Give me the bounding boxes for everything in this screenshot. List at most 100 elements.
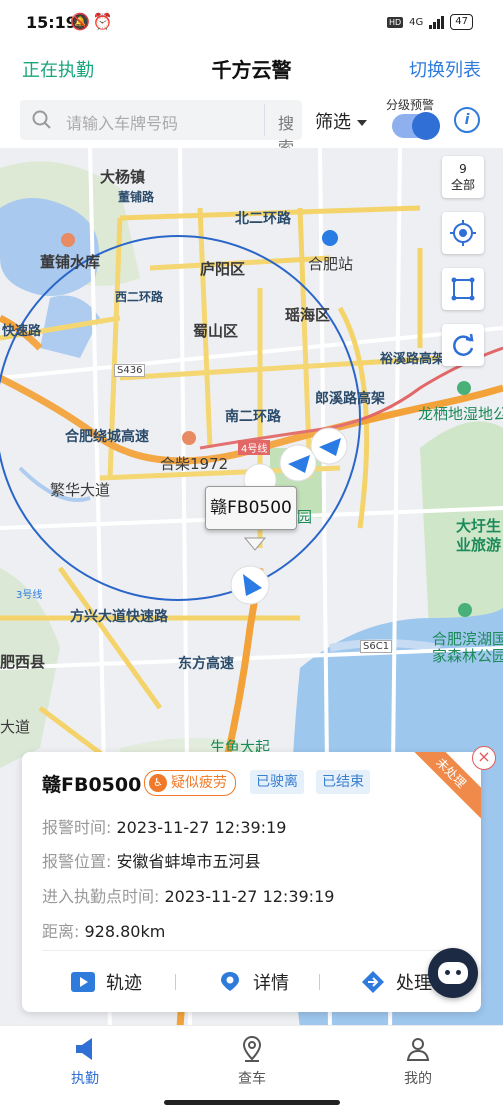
map-pin-icon [242, 1035, 262, 1062]
alarm-time-value: 2023-11-27 12:39:19 [116, 818, 287, 837]
distance-label: 距离: [42, 922, 80, 941]
detail-label: 详情 [253, 973, 289, 994]
caret-down-icon [357, 120, 367, 126]
megaphone-icon [76, 1038, 92, 1060]
alarm-time-row: 报警时间: 2023-11-27 12:39:19 [42, 814, 286, 838]
action-separator [175, 974, 176, 990]
locate-icon [450, 220, 476, 246]
refresh-icon [453, 333, 474, 356]
enter-time-label: 进入执勤点时间: [42, 887, 160, 906]
hd-icon: HD [386, 16, 404, 28]
signal-icon [429, 15, 445, 29]
search-row: 请输入车牌号码 搜索 筛选 分级预警 i [0, 92, 503, 157]
alarm-card[interactable]: 赣FB0500 ♿ 疑似疲劳 已驶离 已结束 未处理 报警时间: 2023-11-… [22, 752, 481, 1012]
nav-duty[interactable]: 执勤 [35, 1034, 135, 1088]
handle-label: 处理 [396, 973, 432, 994]
filter-dropdown[interactable]: 筛选 [315, 108, 367, 134]
map-label-longqi: 龙栖地湿地公 [418, 405, 503, 423]
nav-mine-label: 我的 [404, 1071, 432, 1087]
search-box[interactable]: 请输入车牌号码 搜索 [20, 100, 302, 157]
track-label: 轨迹 [106, 973, 142, 994]
map-label-hefei-station: 合肥站 [308, 255, 354, 273]
nav-check-car-label: 查车 [238, 1071, 266, 1087]
mute-alarm-icons: 🔕⏰ [70, 12, 116, 31]
map-label-daqiao: 大道 [0, 718, 31, 736]
map-label-nan-er-huan: 南二环路 [225, 409, 281, 425]
close-card-button[interactable]: × [472, 746, 496, 770]
distance-value: 928.80km [84, 922, 166, 941]
map-label-s6c1: S6C1 [360, 640, 393, 653]
map-label-jiasen: 家森林公园 [432, 647, 503, 665]
map-label-xi-er-huan: 西二环路 [115, 290, 164, 304]
map-label-dongpu-road: 董铺路 [118, 190, 155, 204]
fatigue-icon: ♿ [149, 774, 167, 792]
nav-mine[interactable]: 我的 [368, 1034, 468, 1088]
alarm-location-row: 报警位置: 安徽省蚌埠市五河县 [42, 848, 261, 872]
fatigue-tag: ♿ 疑似疲劳 [144, 770, 236, 796]
map-label-line3: 3号线 [16, 590, 43, 601]
detail-button[interactable]: 详情 [217, 964, 289, 1000]
refresh-button[interactable] [442, 324, 484, 366]
info-icon[interactable]: i [454, 107, 480, 133]
map-label-kuaisu: 快速路 [2, 324, 42, 339]
map-label-dayang: 大杨镇 [100, 168, 146, 186]
nav-check-car[interactable]: 查车 [202, 1034, 302, 1088]
map-label-s436: S436 [114, 364, 146, 377]
search-input[interactable]: 请输入车牌号码 [66, 110, 178, 134]
map-label-shushan: 蜀山区 [193, 322, 239, 340]
map-label-fanhua: 繁华大道 [50, 481, 111, 499]
card-plate: 赣FB0500 [42, 774, 142, 796]
map-label-hechai: 合柴1972 [160, 455, 229, 473]
map-label-hefei-ring: 合肥绕城高速 [65, 429, 149, 445]
map-label-line4: 4号线 [238, 440, 271, 455]
enter-time-value: 2023-11-27 12:39:19 [164, 887, 335, 906]
nav-duty-label: 执勤 [71, 1071, 99, 1087]
map-label-dongfang: 东方高速 [178, 656, 234, 672]
map-label-dayu: 大圩生 [456, 517, 502, 535]
track-button[interactable]: 轨迹 [70, 964, 142, 1000]
map-label-fangxing: 方兴大道快速路 [70, 609, 168, 625]
draw-area-icon [451, 277, 475, 301]
search-divider [264, 104, 265, 136]
locate-button[interactable] [442, 212, 484, 254]
card-divider [42, 950, 461, 951]
assistant-robot-button[interactable] [428, 948, 478, 998]
status-bar: 15:19 🔕⏰ HD 4G 47 [0, 0, 503, 46]
location-pin-icon [221, 972, 239, 991]
handle-button[interactable]: 处理 [360, 964, 432, 1000]
grade-warning-toggle[interactable] [392, 112, 440, 140]
network-label: 4G [409, 16, 424, 28]
map-label-feixi: 肥西县 [0, 653, 46, 671]
play-icon [71, 972, 95, 992]
app-header: 正在执勤 千方云警 切换列表 [0, 46, 503, 92]
map-label-yaohai: 瑶海区 [285, 306, 331, 324]
left-tag: 已驶离 [250, 770, 304, 794]
filter-label: 筛选 [315, 112, 351, 133]
filter-count-control[interactable]: 9 全部 [442, 156, 484, 198]
user-icon [406, 1038, 430, 1061]
enter-time-row: 进入执勤点时间: 2023-11-27 12:39:19 [42, 883, 334, 907]
unprocessed-ribbon: 未处理 [400, 752, 481, 824]
grade-warning-label: 分级预警 [386, 98, 435, 112]
alarm-location-value: 安徽省蚌埠市五河县 [116, 852, 261, 871]
alarm-location-label: 报警位置: [42, 852, 112, 871]
map-label-luyang: 庐阳区 [200, 260, 246, 278]
search-icon [32, 110, 52, 134]
alarm-time-label: 报警时间: [42, 818, 112, 837]
forward-arrow-icon [362, 971, 384, 993]
map-label-lanxi: 郎溪路高架 [315, 391, 385, 407]
toggle-knob [412, 112, 440, 140]
vehicle-count-label: 全部 [450, 178, 475, 192]
switch-list-link[interactable]: 切换列表 [409, 56, 481, 82]
robot-face-icon [438, 962, 468, 984]
fatigue-tag-label: 疑似疲劳 [171, 775, 227, 791]
map-label-north-er-huan: 北二环路 [235, 211, 291, 227]
home-indicator [164, 1100, 340, 1105]
draw-area-button[interactable] [442, 268, 484, 310]
battery-icon: 47 [450, 14, 473, 30]
vehicle-popup[interactable]: 赣FB0500 [205, 486, 297, 530]
map-label-yelv: 业旅游 [456, 536, 502, 554]
vehicle-count: 9 [459, 162, 467, 176]
status-right: HD 4G 47 [386, 14, 473, 30]
ended-tag: 已结束 [316, 770, 370, 794]
